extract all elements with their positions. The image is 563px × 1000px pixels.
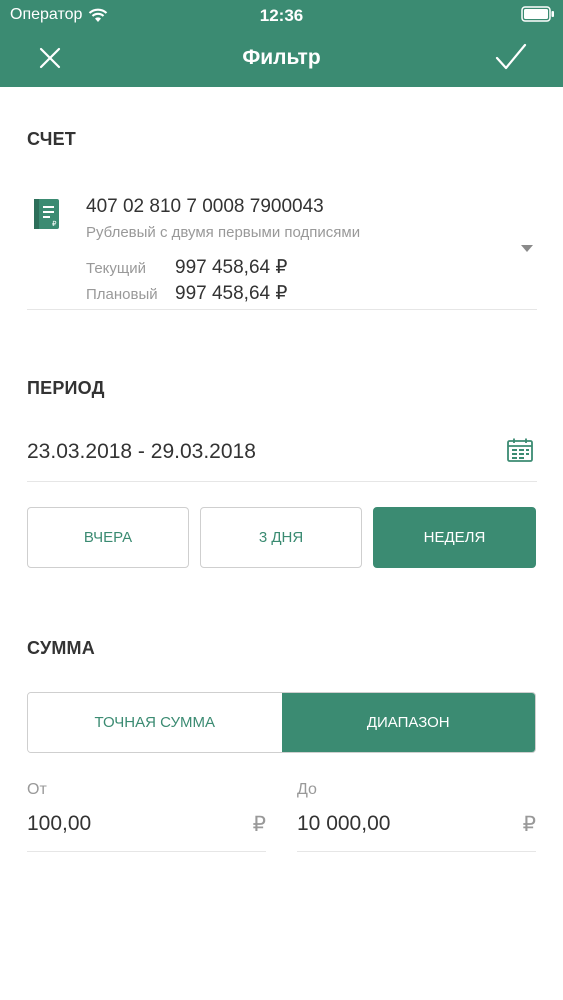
status-time: 12:36: [259, 6, 304, 25]
page-title: Фильтр: [242, 46, 321, 69]
period-range: 23.03.2018 - 29.03.2018: [27, 440, 256, 463]
planned-balance-row: Плановый 997 458,64 ₽: [86, 282, 287, 305]
amount-from-label: От: [27, 781, 47, 798]
account-book-icon: ₽: [34, 199, 59, 229]
exact-amount-option[interactable]: ТОЧНАЯ СУММА: [28, 693, 282, 752]
current-balance-label: Текущий: [86, 260, 146, 277]
amount-mode-toggle: ТОЧНАЯ СУММА ДИАПАЗОН: [27, 692, 536, 753]
battery-icon: [521, 6, 554, 22]
period-yesterday-button[interactable]: ВЧЕРА: [27, 507, 189, 568]
period-3days-button[interactable]: 3 ДНЯ: [200, 507, 362, 568]
account-section-title: СЧЕТ: [27, 129, 76, 149]
current-balance-value: 997 458,64 ₽: [175, 257, 288, 278]
currency-symbol: ₽: [252, 813, 266, 836]
period-field[interactable]: 23.03.2018 - 29.03.2018: [27, 420, 537, 482]
period-section-title: ПЕРИОД: [27, 378, 105, 398]
range-option[interactable]: ДИАПАЗОН: [281, 693, 535, 752]
account-number: 407 02 810 7 0008 7900043: [86, 196, 324, 217]
amount-section-title: СУММА: [27, 638, 95, 658]
calendar-icon[interactable]: [507, 438, 533, 462]
status-bar: Оператор 12:36: [0, 0, 563, 30]
account-selector[interactable]: ₽ 407 02 810 7 0008 7900043 Рублевый с д…: [27, 190, 537, 310]
amount-to-field[interactable]: До 10 000,00 ₽: [297, 775, 536, 852]
planned-balance-label: Плановый: [86, 286, 158, 303]
amount-to-label: До: [297, 781, 317, 798]
period-week-button[interactable]: НЕДЕЛЯ: [373, 507, 536, 568]
amount-from-field[interactable]: От 100,00 ₽: [27, 775, 266, 852]
amount-to-value: 10 000,00: [297, 812, 391, 835]
nav-bar: Фильтр: [0, 30, 563, 87]
account-description: Рублевый с двумя первыми подписями: [86, 224, 361, 241]
currency-symbol: ₽: [522, 813, 536, 836]
chevron-down-icon[interactable]: [521, 245, 533, 252]
current-balance-row: Текущий 997 458,64 ₽: [86, 256, 287, 279]
checkmark-icon[interactable]: [495, 42, 527, 72]
amount-from-value: 100,00: [27, 812, 92, 835]
svg-text:₽: ₽: [52, 220, 57, 228]
planned-balance-value: 997 458,64 ₽: [175, 283, 288, 304]
app-header: Оператор 12:36 Фильтр: [0, 0, 563, 87]
